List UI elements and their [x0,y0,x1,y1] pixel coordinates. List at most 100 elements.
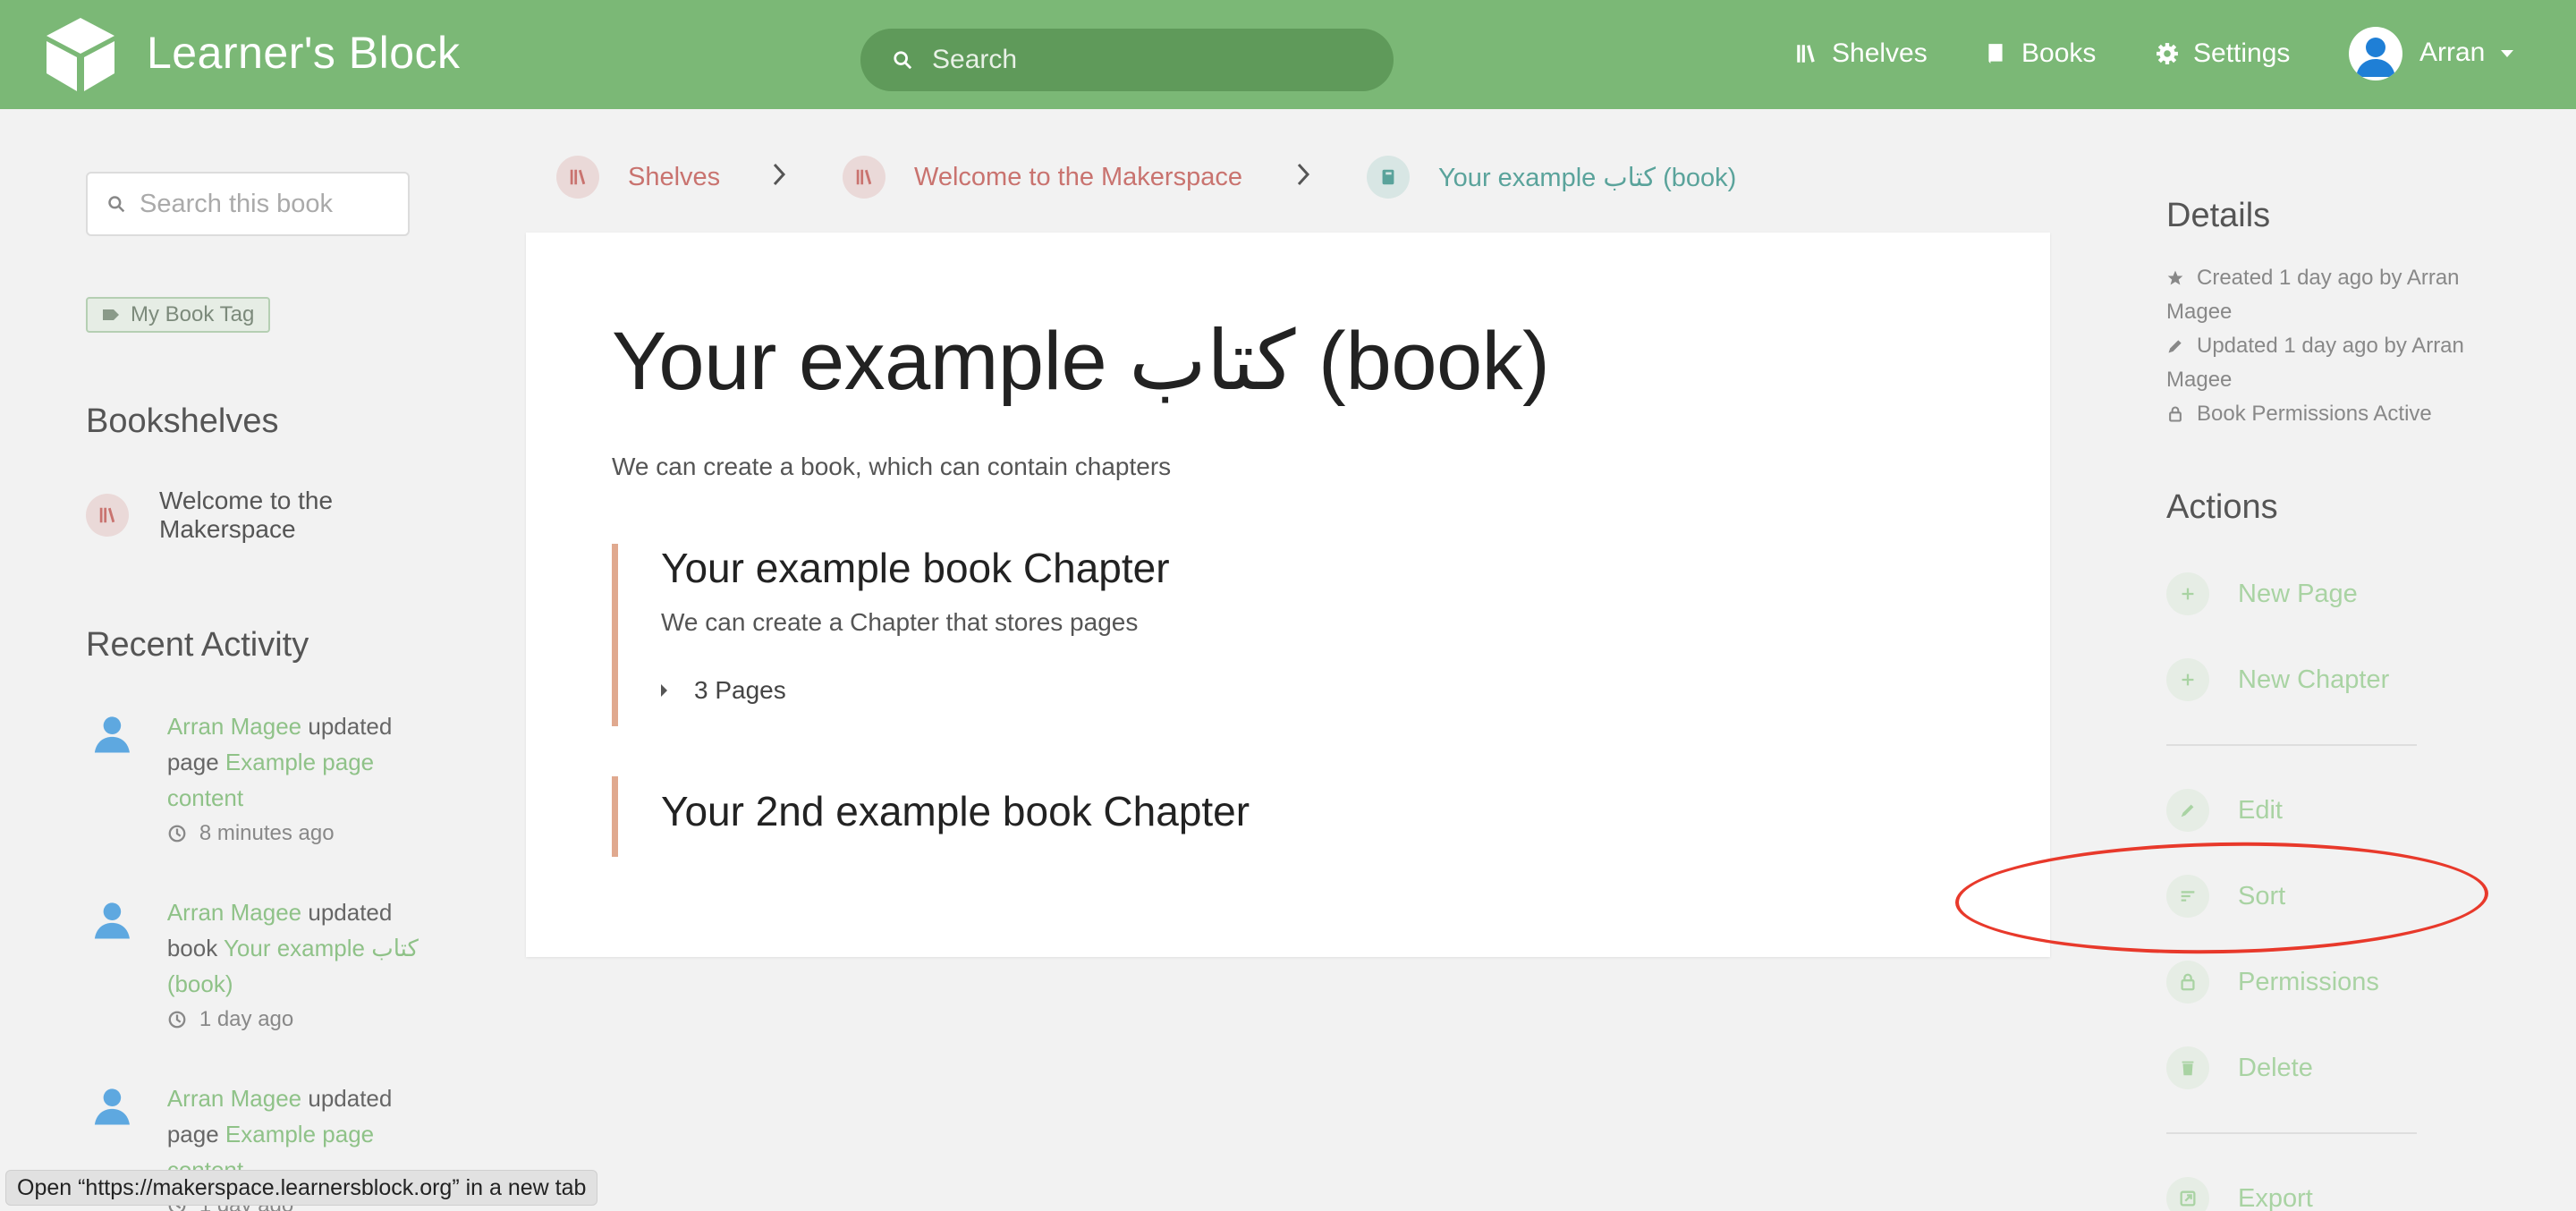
shelves-icon [1797,45,1815,63]
shelves-icon [843,156,886,199]
activity-item: Arran Magee updated book Your example كت… [89,894,429,1037]
chapter-item[interactable]: Your example book Chapter We can create … [612,544,1170,726]
detail-created: Created 1 day ago by Arran Magee [2166,261,2488,329]
new-page-label: New Page [2238,579,2358,608]
book-description: We can create a book, which can contain … [612,453,1172,480]
chevron-right-icon [1297,163,1310,186]
clock-icon [168,825,186,843]
permissions-button[interactable]: Permissions [2166,961,2379,1004]
activity-user-link[interactable]: Arran Magee [167,1085,301,1112]
actions-heading: Actions [2166,488,2278,526]
activity-time: 8 minutes ago [167,816,429,851]
detail-updated: Updated 1 day ago by Arran Magee [2166,329,2488,397]
detail-created-label: Created 1 day ago by Arran Magee [2166,266,2460,324]
book-icon [1988,44,2003,64]
chapter-pages-toggle[interactable]: 3 Pages [661,676,1170,705]
search-icon [894,51,912,70]
book-search[interactable] [86,172,410,236]
user-avatar-icon [94,1088,130,1125]
activity-verb: updated [308,1085,393,1112]
chapter-title[interactable]: Your example book Chapter [661,544,1170,592]
book-tag[interactable]: My Book Tag [86,297,271,333]
edit-label: Edit [2238,795,2283,825]
lock-icon [2169,406,2182,422]
lock-icon [2166,961,2209,1004]
chevron-down-icon[interactable] [2501,50,2513,57]
trash-icon [2166,1046,2209,1089]
chapter-item[interactable]: Your 2nd example book Chapter [612,776,1250,857]
activity-user-link[interactable]: Arran Magee [167,899,301,926]
activity-time: 1 day ago [167,1002,429,1037]
link-status-bar: Open “https://makerspace.learnersblock.o… [5,1170,598,1206]
detail-updated-label: Updated 1 day ago by Arran Magee [2166,334,2464,392]
nav-shelves-label: Shelves [1832,38,1928,68]
activity-user-link[interactable]: Arran Magee [167,713,301,740]
new-chapter-button[interactable]: New Chapter [2166,658,2389,701]
page-title: Your example كتاب (book) [612,316,1550,407]
gear-icon [2157,43,2178,64]
book-search-input[interactable] [140,189,408,219]
plus-icon [2166,572,2209,615]
activity-time-label: 1 day ago [199,1007,294,1031]
user-icon [2356,38,2395,77]
pencil-icon [2168,340,2182,353]
export-icon [2166,1177,2209,1211]
clock-icon [168,1011,186,1029]
nav-books[interactable]: Books [1984,32,2096,75]
delete-button[interactable]: Delete [2166,1046,2313,1089]
chevron-right-icon [773,163,786,186]
breadcrumb-book[interactable]: Your example كتاب (book) [1367,156,1736,199]
chapter-title[interactable]: Your 2nd example book Chapter [661,787,1250,835]
tag-icon [103,309,119,320]
shelves-icon [86,494,129,537]
activity-kind: page [166,749,219,775]
global-search-input[interactable] [932,45,1361,75]
activity-item: Arran Magee updated page Example page co… [89,708,429,851]
nav-books-label: Books [2021,38,2097,68]
breadcrumb-shelves[interactable]: Shelves [556,156,720,199]
edit-button[interactable]: Edit [2166,789,2283,832]
detail-permissions-label: Book Permissions Active [2197,402,2432,426]
shelf-list-item[interactable]: Welcome to the Makerspace [86,487,374,544]
new-chapter-label: New Chapter [2238,665,2390,694]
user-avatar[interactable] [2349,27,2402,80]
book-tag-label: My Book Tag [131,302,255,326]
nav-settings[interactable]: Settings [2156,32,2290,75]
top-header: Learner's Block Shelves Books Settings [0,0,2576,109]
recent-activity-heading: Recent Activity [86,626,309,664]
user-avatar-icon [94,716,130,753]
details-heading: Details [2166,197,2271,234]
star-icon [2167,270,2183,285]
bookshelves-heading: Bookshelves [86,402,279,440]
search-icon [108,196,125,213]
activity-verb: updated [308,713,393,740]
shelf-list-item-label: Welcome to the Makerspace [159,487,334,543]
breadcrumb-label: Welcome to the Makerspace [914,162,1242,191]
user-name[interactable]: Arran [2419,38,2485,68]
activity-verb: updated [308,899,393,926]
shelves-icon [556,156,599,199]
chapter-description: We can create a Chapter that stores page… [661,608,1139,636]
nav-shelves[interactable]: Shelves [1794,32,1928,75]
actions-divider [2166,744,2417,746]
caret-right-icon [661,684,667,697]
export-label: Export [2238,1183,2313,1211]
breadcrumb-label: Your example كتاب (book) [1438,163,1737,192]
app-title[interactable]: Learner's Block [147,27,461,79]
detail-permissions: Book Permissions Active [2166,397,2488,431]
breadcrumb-label: Shelves [628,162,721,191]
nav-settings-label: Settings [2193,38,2291,68]
breadcrumb-shelf[interactable]: Welcome to the Makerspace [843,156,1242,199]
export-button[interactable]: Export [2166,1177,2313,1211]
actions-divider [2166,1132,2417,1134]
pencil-icon [2166,789,2209,832]
activity-time-label: 8 minutes ago [199,821,335,845]
user-avatar-icon [94,902,130,939]
activity-kind: book [166,935,218,961]
new-page-button[interactable]: New Page [2166,572,2358,615]
book-icon [1367,156,1410,199]
permissions-label: Permissions [2238,967,2379,996]
chapter-pages-count: 3 Pages [694,676,786,704]
global-search[interactable] [860,29,1394,91]
app-logo-icon[interactable] [43,14,118,93]
